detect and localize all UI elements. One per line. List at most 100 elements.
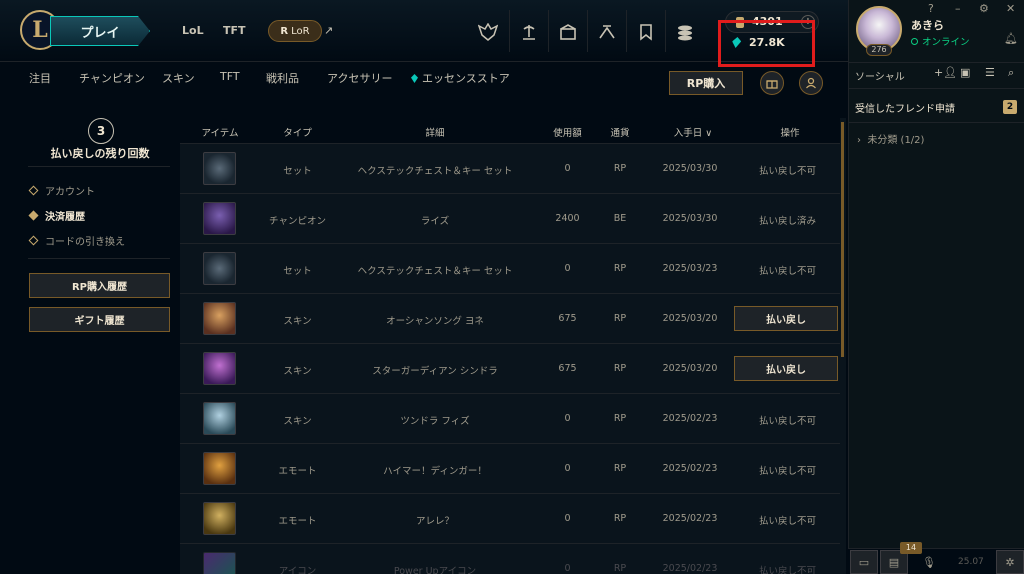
add-folder-icon[interactable]: ▣ <box>960 66 970 79</box>
cell-type: セット <box>283 166 312 177</box>
col-detail: 詳細 <box>425 128 445 139</box>
tab-tft[interactable]: TFT <box>223 24 246 37</box>
loot-nav-icon[interactable] <box>550 14 586 50</box>
cell-date: 2025/03/23 <box>662 263 718 274</box>
cell-detail: ツンドラ フィズ <box>400 416 470 427</box>
subnav-skins[interactable]: スキン <box>162 70 195 86</box>
collection-nav-icon[interactable] <box>511 14 547 50</box>
cell-date: 2025/03/20 <box>662 363 718 374</box>
social-title: ソーシャル <box>855 72 905 83</box>
username: あきら <box>911 19 944 32</box>
nav-divider <box>626 10 627 52</box>
play-button[interactable]: プレイ <box>50 16 150 46</box>
refund-button[interactable]: 払い戻し <box>734 306 838 331</box>
cell-date: 2025/02/23 <box>662 563 718 574</box>
cell-type: セット <box>283 266 312 277</box>
table-row: チャンピオン ライズ 2400 BE 2025/03/30 払い戻し済み <box>180 194 840 244</box>
diamond-bullet-icon <box>28 185 39 196</box>
add-rp-icon[interactable]: + <box>801 15 815 29</box>
subnav-champions[interactable]: チャンピオン <box>79 70 145 86</box>
profile-nav-icon[interactable] <box>470 14 506 50</box>
purchase-history-table: アイテム タイプ 詳細 使用額 通貨 入手日 ∨ 操作 セット ヘクステックチェス… <box>180 118 840 574</box>
scrollbar-thumb[interactable] <box>841 122 844 357</box>
social-panel <box>848 0 1024 574</box>
add-friend-icon[interactable]: +👤︎ <box>934 66 957 79</box>
item-thumbnail <box>203 252 236 285</box>
subnav-essence-store[interactable]: エッセンスストア <box>411 70 510 86</box>
cell-action-status: 払い戻し不可 <box>758 166 816 177</box>
cell-type: エモート <box>278 516 317 527</box>
blue-essence-balance: 27.8K <box>732 36 785 49</box>
account-icon[interactable] <box>799 71 823 95</box>
friend-requests-header[interactable]: 受信したフレンド申請 <box>855 100 955 115</box>
nav-divider <box>587 10 588 52</box>
cell-date: 2025/02/23 <box>662 513 718 524</box>
blue-essence-icon <box>411 74 418 83</box>
minimize-icon[interactable]: – <box>955 2 961 15</box>
search-icon[interactable]: ⌕ <box>1008 66 1014 80</box>
settings-gear-icon[interactable]: ⚙ <box>979 2 989 15</box>
refunds-remaining-count: 3 <box>88 118 114 144</box>
cell-action-status: 払い戻し不可 <box>758 416 816 427</box>
col-date[interactable]: 入手日 ∨ <box>658 125 728 139</box>
gift-history-button[interactable]: ギフト履歴 <box>29 307 170 332</box>
rp-balance[interactable]: 4301 + <box>725 11 819 33</box>
col-currency[interactable]: 通貨 <box>605 125 635 139</box>
cell-action-status: 払い戻し不可 <box>758 516 816 527</box>
diamond-bullet-icon <box>28 235 39 246</box>
subnav-accessories[interactable]: アクセサリー <box>327 70 392 86</box>
col-type: タイプ <box>283 128 312 139</box>
cell-detail: オーシャンソング ヨネ <box>386 316 484 327</box>
cell-action-status: 払い戻し不可 <box>758 266 816 277</box>
external-link-icon[interactable]: ↗ <box>324 24 333 37</box>
missions-nav-icon[interactable] <box>628 14 664 50</box>
refund-button[interactable]: 払い戻し <box>734 356 838 381</box>
lor-launch-button[interactable]: R LoR <box>268 20 322 42</box>
subnav-featured[interactable]: 注目 <box>29 70 51 86</box>
cell-detail: ハイマー！ディンガー！ <box>383 466 487 477</box>
chat-icon[interactable]: ▭ <box>850 550 878 574</box>
table-header: アイテム タイプ 詳細 使用額 通貨 入手日 ∨ 操作 <box>180 118 840 144</box>
buy-rp-button[interactable]: RP購入 <box>669 71 743 95</box>
side-link-purchase-history[interactable]: 決済履歴 <box>28 208 85 223</box>
cell-amount: 0 <box>564 463 571 474</box>
cell-type: スキン <box>283 316 312 327</box>
tft-pass-nav-icon[interactable] <box>589 14 625 50</box>
nav-divider <box>665 10 666 52</box>
gift-icon[interactable] <box>760 71 784 95</box>
col-item: アイテム <box>201 128 239 139</box>
bug-report-icon[interactable]: ✲ <box>996 550 1024 574</box>
cell-type: アイコン <box>278 566 317 574</box>
rp-purchase-history-button[interactable]: RP購入履歴 <box>29 273 170 298</box>
cell-amount: 675 <box>558 363 577 374</box>
cell-type: チャンピオン <box>269 216 326 227</box>
side-link-account[interactable]: アカウント <box>28 183 95 198</box>
store-nav-icon[interactable] <box>667 14 703 50</box>
nav-divider <box>509 10 510 52</box>
item-thumbnail <box>203 352 236 385</box>
subnav-tft[interactable]: TFT <box>220 70 240 83</box>
side-link-redeem-code[interactable]: コードの引き換え <box>28 233 125 248</box>
notification-bell-icon[interactable]: 🔔︎ <box>1004 32 1018 45</box>
list-view-icon[interactable]: ☰ <box>985 66 995 79</box>
help-icon[interactable]: ? <box>928 2 934 15</box>
side-link-label: 決済履歴 <box>45 212 85 223</box>
subnav-loot[interactable]: 戦利品 <box>266 70 299 86</box>
lor-label: LoR <box>291 25 310 37</box>
top-navigation-bar: L プレイ LoL TFT R LoR ↗ 4301 + 27.8K <box>0 0 848 62</box>
tab-lol[interactable]: LoL <box>182 24 204 37</box>
cell-currency: RP <box>613 263 627 274</box>
online-status[interactable]: オンライン <box>911 34 970 48</box>
voice-mic-icon[interactable]: 🎙︎ <box>915 550 943 574</box>
cell-action-status: 払い戻し不可 <box>758 466 816 477</box>
friend-group-unsorted[interactable]: › 未分類 (1/2) <box>857 131 924 146</box>
table-scrollbar[interactable] <box>840 118 846 574</box>
table-row: スキン スターガーディアン シンドラ 675 RP 2025/03/20 払い戻し <box>180 344 840 394</box>
rp-icon <box>736 17 744 28</box>
divider <box>848 62 1024 63</box>
table-row: スキン ツンドラ フィズ 0 RP 2025/02/23 払い戻し不可 <box>180 394 840 444</box>
client-window: L プレイ LoL TFT R LoR ↗ 4301 + 27.8K 注目 チャ… <box>0 0 1024 574</box>
group-label: 未分類 (1/2) <box>867 135 925 146</box>
close-icon[interactable]: ✕ <box>1006 2 1015 15</box>
cell-detail: Power Upアイコン <box>393 566 477 574</box>
